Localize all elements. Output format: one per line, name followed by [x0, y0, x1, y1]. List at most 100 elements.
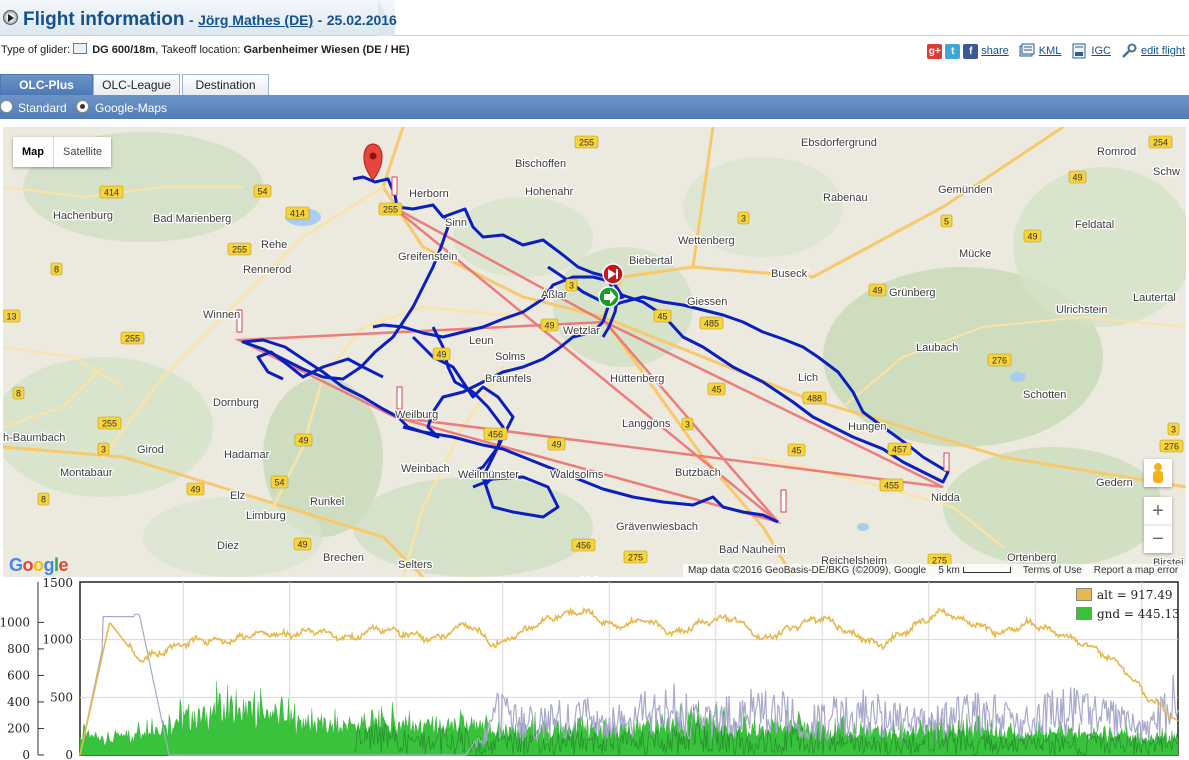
road-number: 255: [102, 419, 117, 429]
left-axis-tick-label: 0: [22, 748, 30, 760]
road-number: 49: [436, 350, 446, 360]
tab-destination[interactable]: Destination: [182, 74, 269, 96]
radio-standard-label: Standard: [18, 101, 67, 115]
road-number: 54: [257, 187, 267, 197]
map-type-control: Map Satellite: [13, 137, 112, 167]
map-place-label: Weilburg: [395, 409, 438, 421]
google-logo: Google: [9, 555, 69, 575]
igc-icon[interactable]: [1071, 43, 1087, 59]
facebook-icon[interactable]: f: [963, 43, 979, 59]
road-number: 276: [992, 356, 1007, 366]
map-place-label: Brechen: [323, 552, 364, 564]
map-place-label: Giessen: [687, 296, 727, 308]
start-marker-icon[interactable]: [598, 286, 620, 308]
page-title: Flight information - Jörg Mathes (DE) - …: [23, 9, 397, 31]
map-place-label: Grävenwiesbach: [616, 521, 698, 533]
road-number-badge: 49: [547, 437, 566, 451]
map-place-label: Dornburg: [213, 397, 259, 409]
view-tabs: OLC-Plus OLC-League Destination: [0, 74, 1189, 96]
tab-olc-plus[interactable]: OLC-Plus: [0, 74, 93, 96]
map-place-label: Ebsdorfergrund: [801, 137, 877, 149]
street-view-pegman-icon[interactable]: [1144, 459, 1172, 487]
share-link[interactable]: share: [981, 45, 1009, 57]
kml-icon[interactable]: [1019, 43, 1035, 59]
legend-label-alt: alt = 917.49: [1097, 587, 1173, 602]
road-number: 254: [1153, 138, 1168, 148]
road-number-badge: 3: [97, 442, 110, 456]
map-place-label: Grünberg: [889, 287, 935, 299]
collapse-arrow-icon[interactable]: [3, 10, 18, 25]
terrain-layer: [3, 127, 1186, 577]
road-number: 488: [807, 394, 822, 404]
wrench-icon[interactable]: [1121, 43, 1137, 59]
left-axis-tick-label: 400: [7, 695, 30, 709]
flight-map[interactable]: Ebsdorfergrund Bischoffen Romrod Schw Herbor…: [3, 127, 1186, 577]
radio-google-maps[interactable]: [76, 100, 89, 113]
edit-flight-link[interactable]: edit flight: [1141, 45, 1185, 57]
map-place-label: Winnen: [203, 309, 240, 321]
road-number-badge: 3: [681, 417, 694, 431]
road-number: 49: [190, 485, 200, 495]
map-canvas[interactable]: Ebsdorfergrund Bischoffen Romrod Schw Herbor…: [3, 127, 1186, 577]
road-number: 8: [16, 389, 21, 399]
report-map-error-link[interactable]: Report a map error: [1094, 564, 1178, 577]
road-number: 275: [628, 553, 643, 563]
map-place-label: Gemünden: [938, 184, 992, 196]
map-place-label: Hadamar: [224, 449, 270, 461]
map-attribution: Map data ©2016 GeoBasis-DE/BKG (©2009), …: [688, 565, 927, 576]
twitter-icon[interactable]: t: [945, 43, 961, 59]
barogram-canvas[interactable]: 0 200 400 600 800 1000 0 500 1000 1500: [0, 577, 1189, 760]
road-number: 3: [741, 214, 746, 224]
pilot-link[interactable]: Jörg Mathes (DE): [198, 12, 313, 28]
date-separator: -: [317, 12, 323, 28]
map-scale[interactable]: 5 km: [938, 564, 1011, 577]
road-number: 49: [1027, 232, 1037, 242]
map-place-label: Wetzlar: [563, 325, 600, 337]
right-axis-tick-label: 0: [65, 748, 73, 760]
road-number-badge: 54: [270, 475, 289, 489]
radio-google-maps-label: Google-Maps: [95, 101, 168, 115]
google-plus-icon[interactable]: g+: [927, 43, 943, 59]
right-axis-tick-label: 1500: [42, 577, 73, 590]
legend-item-gnd: gnd = 445.13: [1076, 604, 1180, 623]
map-place-label: Limburg: [246, 510, 286, 522]
road-number-badge: 276: [987, 353, 1012, 367]
map-scale-label: 5 km: [938, 565, 960, 576]
zoom-out-button[interactable]: −: [1144, 525, 1172, 553]
road-number-badge: 3: [737, 211, 750, 225]
radio-standard[interactable]: [0, 100, 13, 113]
header-divider: [395, 35, 1189, 36]
map-place-label: Wettenberg: [678, 235, 735, 247]
road-number: 456: [576, 541, 591, 551]
road-number: 3: [685, 420, 690, 430]
road-number: 276: [1164, 442, 1179, 452]
road-number: 255: [579, 138, 594, 148]
road-number: 5: [944, 217, 949, 227]
map-place-label: Elz: [230, 490, 245, 502]
map-type-satellite[interactable]: Satellite: [53, 137, 111, 167]
road-number-badge: 45: [707, 382, 726, 396]
road-number: 45: [657, 312, 667, 322]
map-type-map[interactable]: Map: [13, 137, 53, 167]
zoom-in-button[interactable]: +: [1144, 497, 1172, 525]
map-place-label: Runkel: [310, 496, 344, 508]
map-place-label: Waldsolms: [550, 469, 604, 481]
kml-link[interactable]: KML: [1039, 45, 1062, 57]
road-number: 49: [551, 440, 561, 450]
map-place-label: Lich: [798, 372, 818, 384]
road-number: 3: [569, 281, 574, 291]
finish-marker-icon[interactable]: [602, 263, 624, 285]
road-number: 255: [383, 205, 398, 215]
terms-link[interactable]: Terms of Use: [1023, 564, 1082, 577]
road-number-badge: 49: [293, 537, 312, 551]
tab-olc-league[interactable]: OLC-League: [93, 74, 180, 96]
left-axis-tick-label: 600: [7, 668, 30, 682]
map-place-label: Buseck: [771, 268, 808, 280]
map-place-label: Hüttenberg: [610, 373, 664, 385]
barogram-chart[interactable]: 0 200 400 600 800 1000 0 500 1000 1500 alt = 917.…: [0, 577, 1189, 760]
map-place-label: Ulrichstein: [1056, 304, 1107, 316]
road-number-badge: 255: [120, 331, 145, 345]
glider-value: DG 600/18m: [92, 44, 156, 56]
header: Flight information - Jörg Mathes (DE) - …: [0, 0, 1189, 36]
igc-link[interactable]: IGC: [1091, 45, 1111, 57]
